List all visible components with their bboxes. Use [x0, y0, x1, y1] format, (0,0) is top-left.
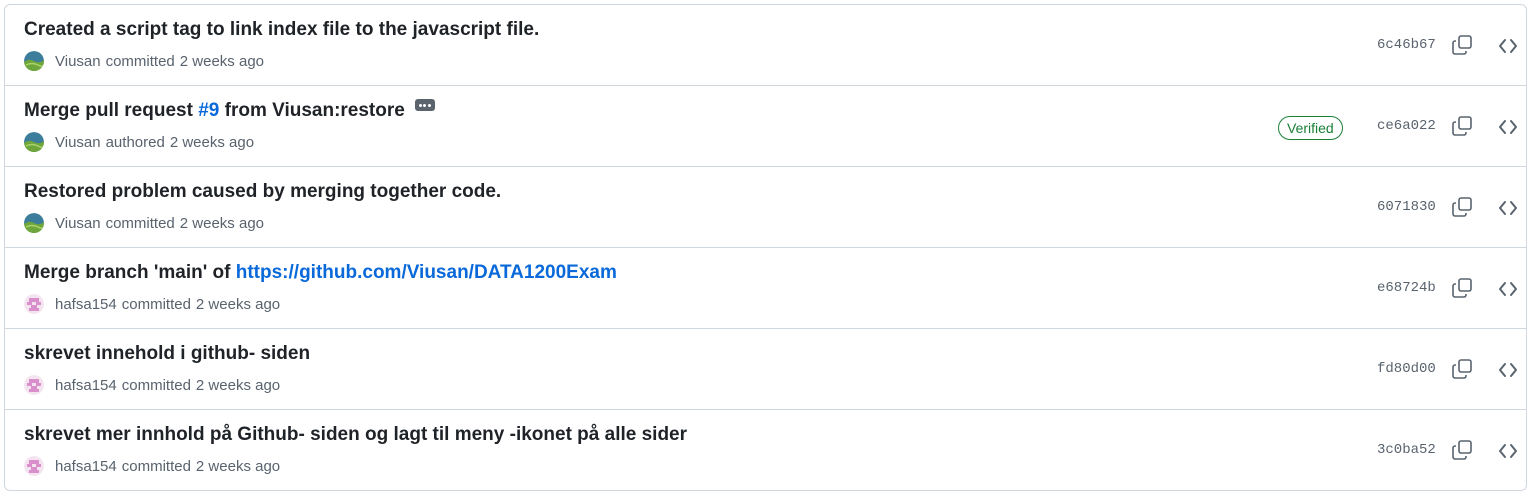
commit-author[interactable]: hafsa154: [55, 296, 117, 313]
commit-row: Merge branch 'main' of https://github.co…: [5, 248, 1526, 329]
avatar-hafsa154[interactable]: [24, 294, 44, 314]
commit-meta: Viusan committed 2 weeks ago: [24, 213, 264, 233]
commit-title-prefix[interactable]: Merge pull request: [24, 100, 198, 121]
pull-request-link[interactable]: #9: [198, 100, 219, 121]
avatar-hafsa154[interactable]: [24, 375, 44, 395]
avatar-viusan[interactable]: [24, 132, 44, 152]
commit-title: Merge pull request #9 from Viusan:restor…: [24, 99, 435, 123]
copy-icon[interactable]: [1450, 357, 1474, 381]
commit-time: 2 weeks ago: [169, 133, 255, 151]
commit-meta: Viusan authored 2 weeks ago: [24, 132, 254, 152]
commit-time: 2 weeks ago: [179, 214, 265, 232]
commit-action: committed: [121, 376, 191, 394]
copy-icon[interactable]: [1450, 276, 1474, 300]
code-icon[interactable]: [1496, 277, 1520, 301]
copy-icon[interactable]: [1450, 438, 1474, 462]
commit-time: 2 weeks ago: [195, 376, 281, 394]
copy-icon[interactable]: [1450, 33, 1474, 57]
copy-icon[interactable]: [1450, 114, 1474, 138]
avatar-viusan[interactable]: [24, 51, 44, 71]
commit-row: skrevet innehold i github- siden hafsa15…: [5, 329, 1526, 410]
avatar-viusan[interactable]: [24, 213, 44, 233]
code-icon[interactable]: [1496, 115, 1520, 139]
code-icon[interactable]: [1496, 358, 1520, 382]
repo-url-link[interactable]: https://github.com/Viusan/DATA1200Exam: [236, 262, 617, 283]
commit-meta: hafsa154 committed 2 weeks ago: [24, 375, 280, 395]
commit-title-link[interactable]: Created a script tag to link index file …: [24, 18, 539, 42]
commit-action: committed: [121, 457, 191, 475]
commit-action: committed: [121, 295, 191, 313]
commit-title-suffix[interactable]: from Viusan:restore: [219, 100, 405, 121]
commit-title-link[interactable]: Restored problem caused by merging toget…: [24, 180, 501, 204]
commit-meta: Viusan committed 2 weeks ago: [24, 51, 264, 71]
commit-author[interactable]: hafsa154: [55, 458, 117, 475]
commit-row: Restored problem caused by merging toget…: [5, 167, 1526, 248]
copy-icon[interactable]: [1450, 195, 1474, 219]
code-icon[interactable]: [1496, 34, 1520, 58]
commit-action: committed: [105, 214, 175, 232]
commit-author[interactable]: Viusan: [55, 215, 101, 232]
commit-row: Created a script tag to link index file …: [5, 5, 1526, 86]
commit-title-link[interactable]: skrevet mer innhold på Github- siden og …: [24, 423, 687, 447]
commit-row: skrevet mer innhold på Github- siden og …: [5, 410, 1526, 490]
commit-title: Merge branch 'main' of https://github.co…: [24, 261, 617, 285]
commit-time: 2 weeks ago: [195, 457, 281, 475]
commit-sha-link[interactable]: 6c46b67: [1377, 35, 1436, 55]
commit-time: 2 weeks ago: [179, 52, 265, 70]
commit-sha-link[interactable]: ce6a022: [1377, 116, 1436, 136]
commit-author[interactable]: Viusan: [55, 53, 101, 70]
commit-author[interactable]: hafsa154: [55, 377, 117, 394]
verified-badge[interactable]: Verified: [1278, 116, 1343, 140]
commit-row: Merge pull request #9 from Viusan:restor…: [5, 86, 1526, 167]
commit-action: committed: [105, 52, 175, 70]
avatar-hafsa154[interactable]: [24, 456, 44, 476]
commit-sha-link[interactable]: e68724b: [1377, 278, 1436, 298]
commit-sha-link[interactable]: 6071830: [1377, 197, 1436, 217]
commit-sha-link[interactable]: 3c0ba52: [1377, 440, 1436, 460]
code-icon[interactable]: [1496, 196, 1520, 220]
commit-meta: hafsa154 committed 2 weeks ago: [24, 294, 280, 314]
commit-sha-link[interactable]: fd80d00: [1377, 359, 1436, 379]
commit-time: 2 weeks ago: [195, 295, 281, 313]
code-icon[interactable]: [1496, 439, 1520, 463]
commit-title-link[interactable]: skrevet innehold i github- siden: [24, 342, 310, 366]
commit-list: Created a script tag to link index file …: [4, 4, 1527, 491]
commit-author[interactable]: Viusan: [55, 134, 101, 151]
commit-meta: hafsa154 committed 2 weeks ago: [24, 456, 280, 476]
commit-title-prefix[interactable]: Merge branch 'main' of: [24, 262, 236, 283]
kebab-horizontal-icon[interactable]: [414, 99, 435, 111]
commit-action: authored: [105, 133, 165, 151]
